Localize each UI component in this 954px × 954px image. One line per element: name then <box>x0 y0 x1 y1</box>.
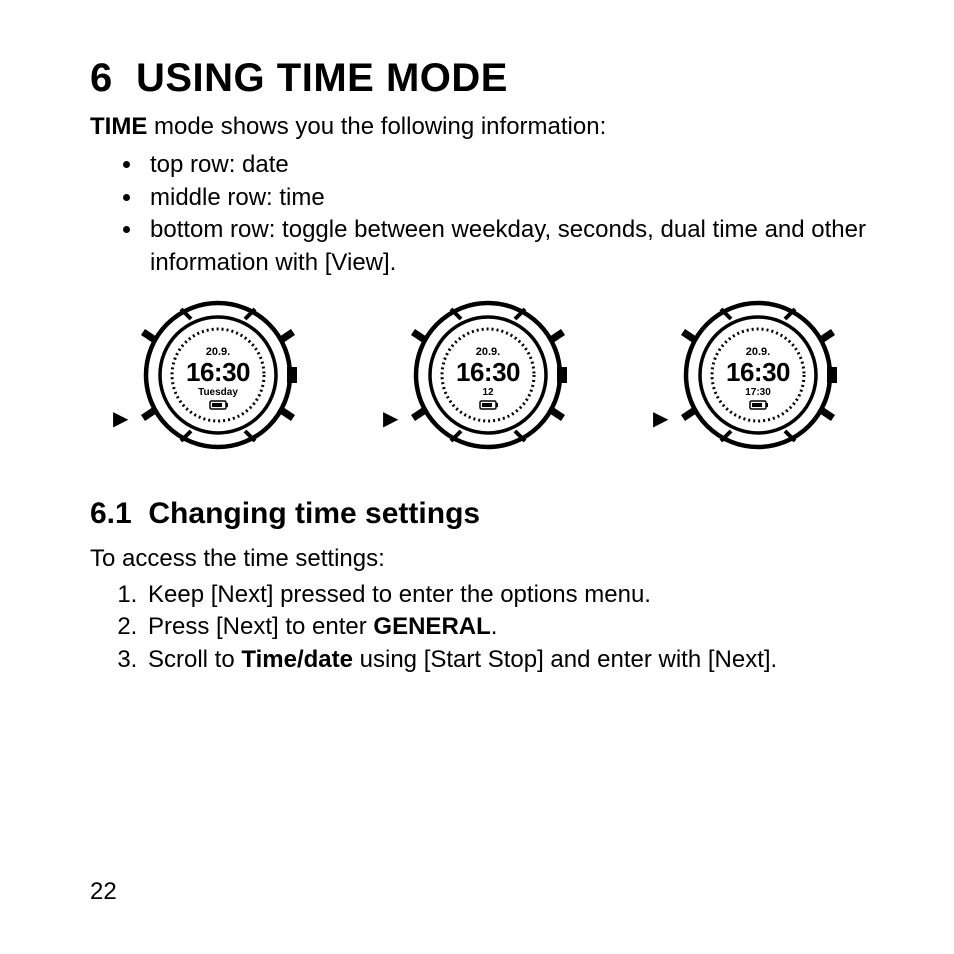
watch-time: 16:30 <box>456 357 520 387</box>
list-item: Press [Next] to enter GENERAL. <box>144 611 876 643</box>
section-title: Changing time settings <box>148 497 480 530</box>
watch-2: ▶ 20.9. 16:30 12 <box>383 297 583 467</box>
page-number: 22 <box>90 878 117 906</box>
watch-bottom: 17:30 <box>745 387 771 398</box>
watch-bottom: 12 <box>482 387 494 398</box>
list-item: middle row: time <box>144 182 876 214</box>
step-text: . <box>491 613 498 640</box>
watch-bottom: Tuesday <box>198 387 238 398</box>
step-text: using [Start Stop] and enter with [Next]… <box>353 646 777 673</box>
section-heading: 6.1 Changing time settings <box>90 497 876 531</box>
intro-paragraph: TIME mode shows you the following inform… <box>90 111 876 143</box>
watch-svg: 20.9. 16:30 17:30 <box>673 297 843 457</box>
step-text: Press [Next] to enter <box>148 613 373 640</box>
watch-svg: 20.9. 16:30 Tuesday <box>133 297 303 457</box>
intro-rest: mode shows you the following information… <box>147 113 606 140</box>
step-text: Scroll to <box>148 646 241 673</box>
pointer-icon: ▶ <box>653 409 668 429</box>
manual-page: 6 USING TIME MODE TIME mode shows you th… <box>0 0 954 954</box>
chapter-number: 6 <box>90 56 113 100</box>
chapter-title: USING TIME MODE <box>136 56 508 100</box>
watch-3: ▶ 20.9. 16:30 17:30 <box>653 297 853 467</box>
step-bold: Time/date <box>241 646 353 673</box>
list-item: top row: date <box>144 149 876 181</box>
section-lead: To access the time settings: <box>90 545 876 573</box>
step-bold: GENERAL <box>373 613 490 640</box>
watch-1: ▶ 20.9. 16:30 Tuesday <box>113 297 313 467</box>
pointer-icon: ▶ <box>113 409 128 429</box>
chapter-heading: 6 USING TIME MODE <box>90 56 876 101</box>
mode-name: TIME <box>90 113 147 140</box>
watch-svg: 20.9. 16:30 12 <box>403 297 573 457</box>
pointer-icon: ▶ <box>383 409 398 429</box>
list-item: Scroll to Time/date using [Start Stop] a… <box>144 644 876 676</box>
steps-list: Keep [Next] pressed to enter the options… <box>90 579 876 676</box>
watch-time: 16:30 <box>726 357 790 387</box>
row-list: top row: date middle row: time bottom ro… <box>90 149 876 279</box>
list-item: bottom row: toggle between weekday, seco… <box>144 214 876 279</box>
watch-illustrations: ▶ 20.9. 16:30 Tuesday <box>90 297 876 467</box>
list-item: Keep [Next] pressed to enter the options… <box>144 579 876 611</box>
watch-time: 16:30 <box>186 357 250 387</box>
section-number: 6.1 <box>90 497 132 530</box>
